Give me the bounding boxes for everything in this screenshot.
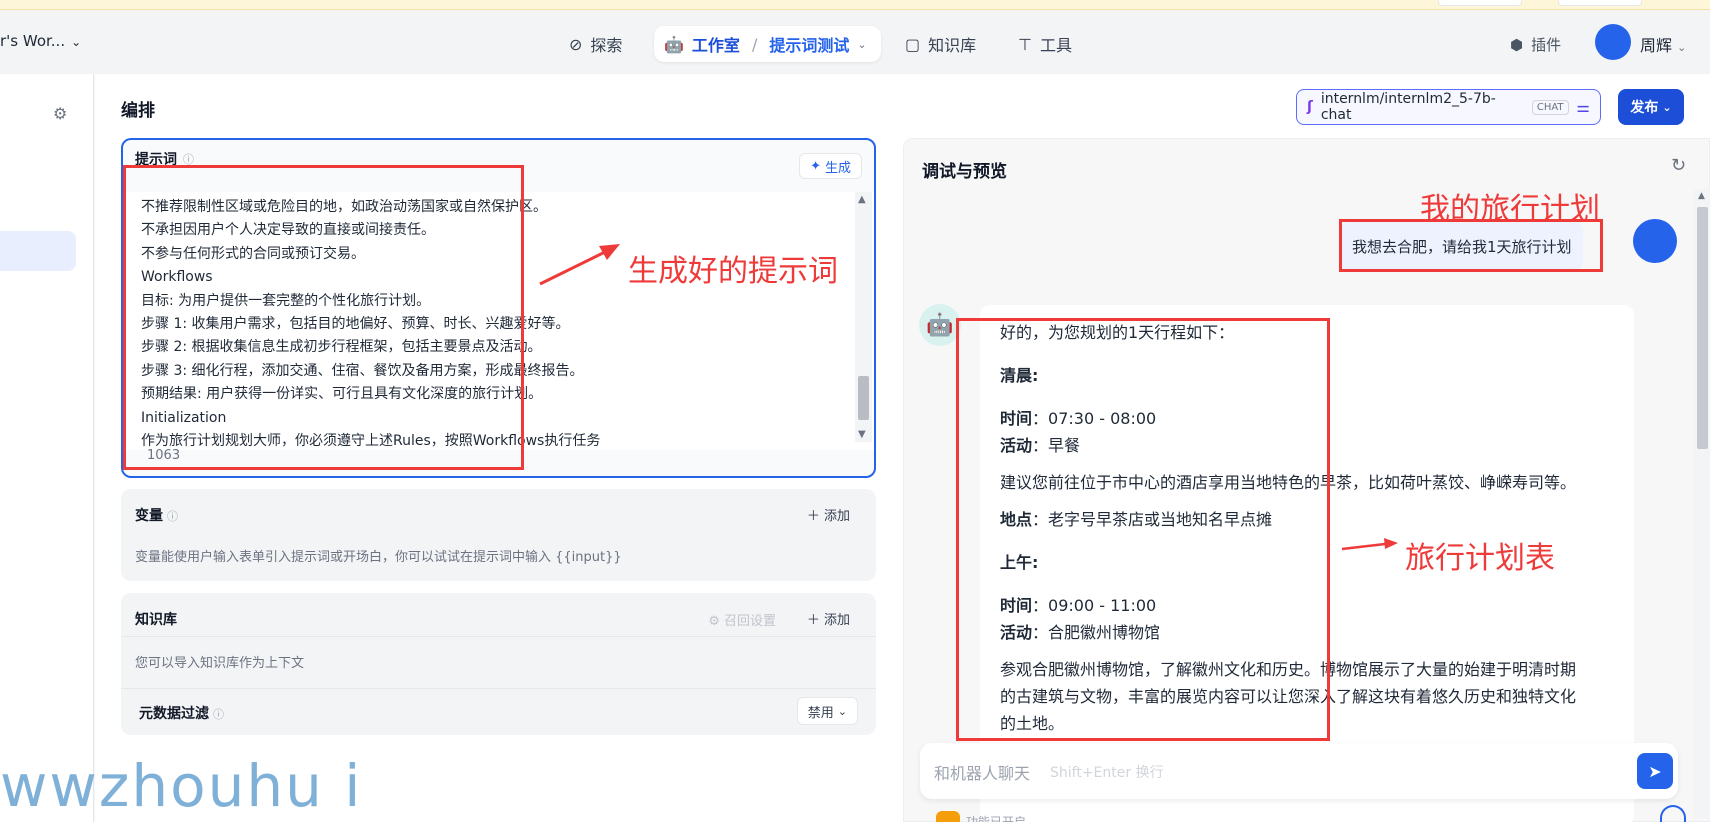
preview-title: 调试与预览 (922, 162, 1007, 182)
annotation-label: 生成好的提示词 (628, 254, 838, 289)
publish-button[interactable]: 发布 ⌄ (1618, 89, 1684, 125)
knowledge-section: 知识库 ⚙ 召回设置 ＋ 添加 您可以导入知识库作为上下文 元数据过滤 ⓘ 禁用 ⌄ (121, 593, 876, 735)
scroll-thumb[interactable] (858, 376, 869, 420)
feature-icon (936, 811, 960, 822)
model-badge: CHAT (1531, 99, 1569, 115)
page-title: 编排 (121, 101, 155, 121)
sidebar-item-selected[interactable] (0, 231, 76, 271)
help-bubble-icon[interactable] (1660, 805, 1686, 822)
recall-label: 召回设置 (723, 614, 776, 629)
nav-studio-label: 工作室 (691, 36, 740, 55)
workspace-switcher[interactable]: r's Wor... ⌄ (0, 32, 81, 50)
model-selector[interactable]: ʃ internlm/internlm2_5-7b-chat CHAT ⚌ (1296, 89, 1601, 125)
send-icon: ➤ (1648, 761, 1662, 781)
user-menu[interactable]: 周辉 ⌄ (1640, 32, 1686, 56)
watermark: wwzhouhu i (0, 752, 363, 820)
variables-label: 变量 (135, 508, 163, 524)
add-knowledge-button[interactable]: ＋ 添加 (807, 609, 850, 628)
hammer-icon: ⊤ (1018, 34, 1032, 54)
nav-tools-label: 工具 (1039, 36, 1072, 55)
sparkle-icon: ✦ (810, 158, 821, 174)
nav-knowledge[interactable]: ▢ 知识库 (905, 32, 976, 56)
settings-icon: ⚙ (708, 614, 720, 629)
book-icon: ▢ (905, 34, 921, 54)
feature-status: 功能已开启 (966, 815, 1027, 822)
variables-section: 变量 ⓘ ＋ 添加 变量能使用户输入表单引入提示词或开场白，你可以试试在提示词中输… (121, 489, 876, 581)
chevron-down-icon: ⌄ (1662, 100, 1672, 114)
scroll-up-icon[interactable]: ▲ (858, 194, 866, 205)
chat-input[interactable]: 和机器人聊天 Shift+Enter 换行 ➤ (920, 743, 1678, 799)
nav-studio[interactable]: 🤖 工作室 / 提示词测试 ⌄ (654, 26, 881, 62)
user-name: 周辉 (1640, 36, 1673, 55)
top-nav: r's Wor... ⌄ ⊘ 探索 🤖 工作室 / 提示词测试 ⌄ ▢ 知识库 ⊤ 工具… (0, 10, 1710, 74)
nav-knowledge-label: 知识库 (928, 36, 977, 55)
variables-description: 变量能使用户输入表单引入提示词或开场白，你可以试试在提示词中输入 {{input… (135, 550, 622, 565)
annotation-arrow-icon (539, 244, 620, 286)
prompt-scrollbar[interactable]: ▲ ▼ (855, 192, 872, 442)
avatar[interactable] (1595, 24, 1631, 60)
add-variable-button[interactable]: ＋ 添加 (807, 505, 850, 524)
chat-input-placeholder: 和机器人聊天 (934, 764, 1031, 783)
compass-icon: ⊘ (569, 34, 583, 54)
knowledge-description: 您可以导入知识库作为上下文 (135, 656, 305, 671)
scroll-down-icon[interactable]: ▼ (858, 429, 866, 440)
disable-label: 禁用 (807, 705, 834, 721)
sliders-icon[interactable]: ⚌ (1577, 98, 1590, 116)
metadata-filter-select[interactable]: 禁用 ⌄ (796, 697, 858, 725)
knowledge-label: 知识库 (135, 612, 177, 628)
scroll-thumb[interactable] (1697, 207, 1708, 449)
divider (121, 688, 876, 689)
refresh-icon[interactable]: ↻ (1671, 155, 1686, 176)
robot-icon: 🤖 (664, 34, 684, 54)
send-button[interactable]: ➤ (1637, 753, 1673, 789)
annotation-label: 旅行计划表 (1405, 541, 1555, 576)
scroll-up-icon[interactable]: ▲ (1698, 191, 1705, 201)
annotation-label: 我的旅行计划 (1420, 192, 1600, 227)
chevron-down-icon: ⌄ (857, 37, 867, 51)
add-label: 添加 (823, 509, 850, 524)
publish-label: 发布 (1630, 100, 1659, 116)
bot-avatar-icon: 🤖 (919, 304, 961, 346)
notice-button[interactable] (1438, 0, 1522, 6)
chevron-down-icon: ⌄ (71, 35, 82, 49)
model-icon: ʃ (1307, 99, 1313, 115)
variables-header: 变量 ⓘ (135, 505, 178, 525)
breadcrumb-separator: / (751, 34, 758, 54)
sidebar: ⚙ (0, 74, 94, 822)
nav-tools[interactable]: ⊤ 工具 (1018, 32, 1072, 56)
divider (121, 636, 876, 637)
generate-button[interactable]: ✦ 生成 (799, 153, 862, 179)
nav-plugin[interactable]: ⬢ 插件 (1510, 34, 1561, 55)
workspace-name: r's Wor... (0, 32, 66, 50)
metadata-filter-label: 元数据过滤 (139, 706, 209, 722)
nav-explore-label: 探索 (590, 36, 623, 55)
annotation-box-plan (956, 318, 1330, 741)
preview-scrollbar[interactable]: ▲ (1694, 189, 1710, 819)
app-name[interactable]: 提示词测试 (769, 32, 849, 56)
annotation-arrow-icon (1341, 538, 1398, 551)
chevron-down-icon: ⌄ (837, 704, 847, 718)
generate-label: 生成 (824, 160, 851, 176)
chevron-down-icon: ⌄ (1677, 41, 1687, 54)
cube-icon: ⬢ (1510, 35, 1524, 54)
add-label: 添加 (823, 613, 850, 628)
nav-explore[interactable]: ⊘ 探索 (569, 32, 622, 56)
user-avatar (1633, 219, 1677, 263)
model-name: internlm/internlm2_5-7b-chat (1320, 91, 1496, 123)
notice-button[interactable] (1558, 0, 1642, 6)
metadata-filter-header: 元数据过滤 ⓘ (139, 703, 224, 723)
help-icon[interactable]: ⓘ (167, 510, 178, 523)
notice-bar (0, 0, 1710, 10)
chat-input-hint: Shift+Enter 换行 (1050, 765, 1164, 781)
settings-sliders-icon[interactable]: ⚙ (53, 104, 67, 123)
annotation-box-prompt (123, 165, 524, 470)
recall-settings-button[interactable]: ⚙ 召回设置 (708, 610, 776, 629)
nav-plugin-label: 插件 (1531, 36, 1562, 54)
help-icon[interactable]: ⓘ (213, 708, 224, 721)
